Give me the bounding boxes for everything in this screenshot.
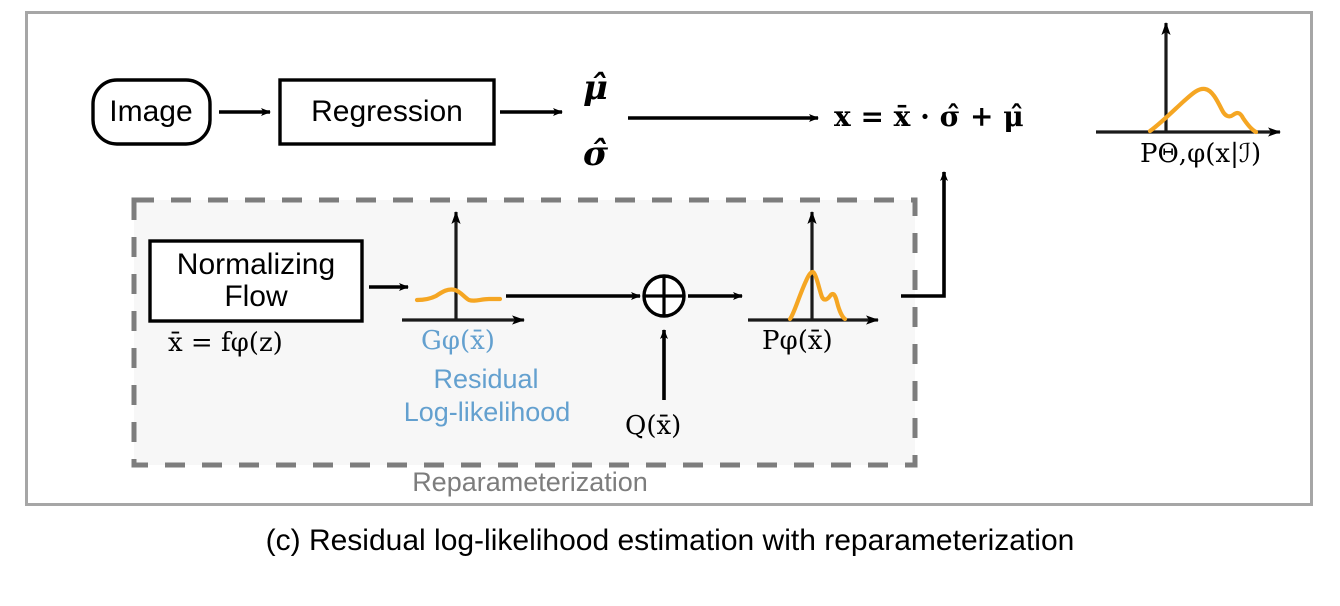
output-distribution-label: PΘ,φ(x|ℐ) <box>1140 139 1262 169</box>
residual-annotation: Residual <box>433 364 539 394</box>
regression-box-label: Regression <box>311 95 463 129</box>
normalizing-flow-box-label: Normalizing Flow <box>176 248 336 313</box>
q-function-label: Q(x̄) <box>625 411 682 441</box>
figure-caption: (c) Residual log-likelihood estimation w… <box>265 524 1075 557</box>
flow-equation-label: x̄ = fφ(z) <box>168 328 283 358</box>
image-box-label: Image <box>109 95 193 129</box>
figure-page: Image Regression Normalizing Flow μ̂ σ̂ … <box>0 0 1340 606</box>
reparameterization-annotation: Reparameterization <box>412 467 648 497</box>
sigma-hat-label: σ̂ <box>583 134 609 174</box>
main-equation-label: x = x̄ · σ̂ + μ̂ <box>834 100 1024 133</box>
residual-loglikelihood-plot-label: Gφ(x̄) <box>421 326 495 356</box>
mu-hat-label: μ̂ <box>583 68 608 108</box>
reparameterized-distribution-label: Pφ(x̄) <box>762 326 833 356</box>
log-likelihood-annotation: Log-likelihood <box>403 397 571 427</box>
